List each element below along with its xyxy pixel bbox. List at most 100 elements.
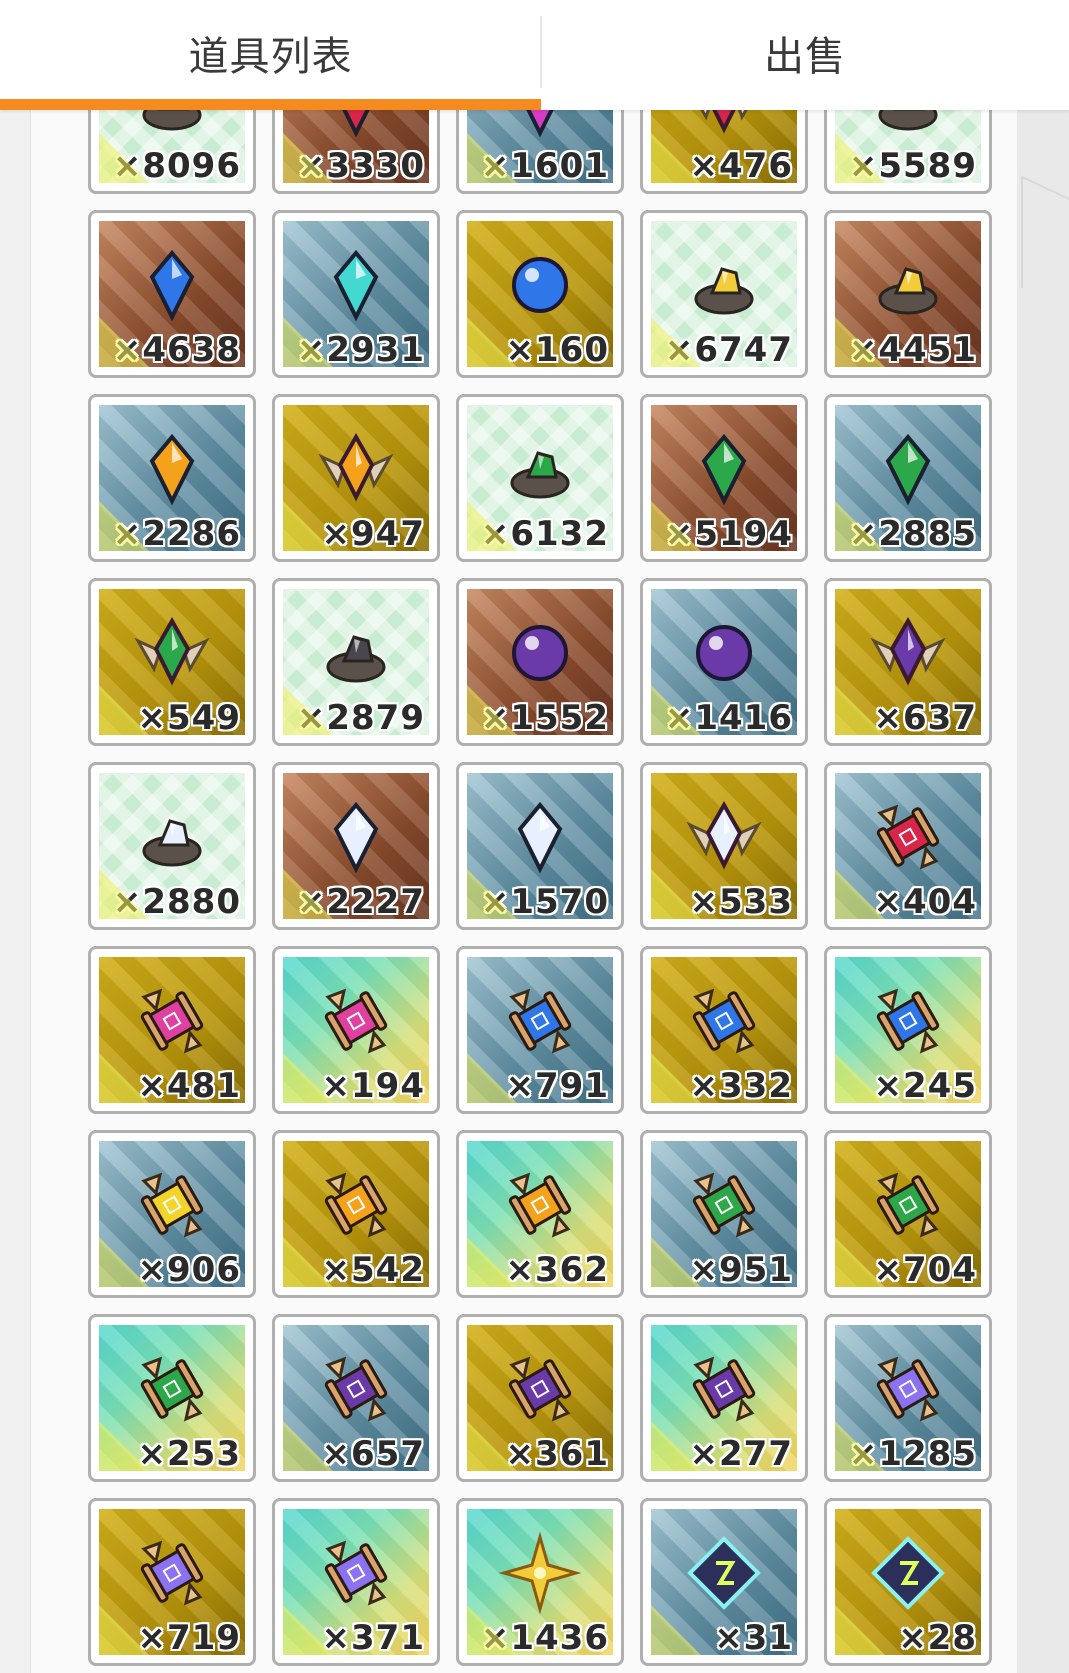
blue-scroll-icon [508,988,572,1054]
blue-scroll-icon [692,988,756,1054]
red-scroll-icon [876,804,940,870]
item-cell[interactable]: ×361 [456,1314,624,1482]
item-tile: ×1416 [651,589,797,735]
item-quantity: ×3330 [296,146,425,183]
item-tile: ×5194 [651,405,797,551]
item-cell[interactable]: ×6747 [640,210,808,378]
item-quantity: ×6132 [480,514,609,551]
active-tab-indicator [0,99,541,110]
gold-ore-icon [694,267,754,315]
item-cell[interactable]: ×277 [640,1314,808,1482]
item-quantity: ×1552 [480,698,609,735]
item-tile: ×31 [651,1509,797,1655]
item-cell[interactable]: ×160 [456,210,624,378]
item-tile: ×4638 [99,221,245,367]
item-cell[interactable]: ×2227 [272,762,440,930]
item-cell[interactable]: ×371 [272,1498,440,1666]
item-tile: ×906 [99,1141,245,1287]
item-cell[interactable]: ×362 [456,1130,624,1298]
item-cell[interactable]: ×6132 [456,394,624,562]
item-tile: ×2885 [835,405,981,551]
item-tile: ×1552 [467,589,613,735]
item-quantity: ×704 [873,1250,977,1287]
winged-purple-gem-icon [870,617,946,686]
item-tile: ×4451 [835,221,981,367]
item-quantity: ×2286 [112,514,241,551]
item-tile: ×332 [651,957,797,1103]
green-ore-icon [510,451,570,499]
item-quantity: ×657 [321,1434,425,1471]
item-cell[interactable]: ×1552 [456,578,624,746]
item-tile: ×719 [99,1509,245,1655]
item-cell[interactable]: ×481 [88,946,256,1114]
item-quantity: ×542 [321,1250,425,1287]
blue-crystal-shard-icon [149,250,195,322]
item-tile: ×704 [835,1141,981,1287]
tab-sell-label: 出售 [764,34,846,80]
item-tile: ×28 [835,1509,981,1655]
item-tile: ×1436 [467,1509,613,1655]
item-tile: ×245 [835,957,981,1103]
emerald-cut-gem-icon [885,434,931,506]
item-quantity: ×1436 [480,1618,609,1655]
item-cell[interactable]: ×28 [824,1498,992,1666]
item-cell[interactable]: ×2880 [88,762,256,930]
item-cell[interactable]: ×657 [272,1314,440,1482]
item-cell[interactable]: ×5194 [640,394,808,562]
item-quantity: ×2227 [296,882,425,919]
item-quantity: ×371 [321,1618,425,1655]
item-cell[interactable]: ×791 [456,946,624,1114]
item-cell[interactable]: ×906 [88,1130,256,1298]
violet-scroll-icon [140,1540,204,1606]
item-cell[interactable]: ×194 [272,946,440,1114]
item-quantity: ×947 [321,514,425,551]
item-cell[interactable]: ×4638 [88,210,256,378]
item-cell[interactable]: ×2286 [88,394,256,562]
golden-star-icon [498,1531,582,1615]
item-cell[interactable]: ×404 [824,762,992,930]
item-tile: ×947 [283,405,429,551]
item-cell[interactable]: ×704 [824,1130,992,1298]
item-cell[interactable]: ×951 [640,1130,808,1298]
cyan-teardrop-gem-icon [333,250,379,322]
item-cell[interactable]: ×2885 [824,394,992,562]
item-cell[interactable]: ×332 [640,946,808,1114]
item-tile: ×2931 [283,221,429,367]
item-tile: ×951 [651,1141,797,1287]
item-quantity: ×719 [137,1618,241,1655]
item-cell[interactable]: ×2879 [272,578,440,746]
item-tile: ×194 [283,957,429,1103]
left-margin [0,0,30,1673]
tab-item-list[interactable]: 道具列表 [0,0,541,106]
yellow-scroll-icon [140,1172,204,1238]
item-quantity: ×2879 [296,698,425,735]
green-crystal-cluster-icon [701,434,747,506]
item-quantity: ×253 [137,1434,241,1471]
tab-item-list-label: 道具列表 [188,34,353,80]
item-tile: ×277 [651,1325,797,1471]
item-cell[interactable]: ×2931 [272,210,440,378]
winged-amber-gem-icon [318,433,394,502]
item-cell[interactable]: ×637 [824,578,992,746]
item-cell[interactable]: ×533 [640,762,808,930]
item-cell[interactable]: ×719 [88,1498,256,1666]
item-cell[interactable]: ×245 [824,946,992,1114]
gold-nugget-icon [878,267,938,315]
item-cell[interactable]: ×1570 [456,762,624,930]
item-cell[interactable]: ×1436 [456,1498,624,1666]
item-cell[interactable]: ×1285 [824,1314,992,1482]
item-cell[interactable]: ×31 [640,1498,808,1666]
item-cell[interactable]: ×947 [272,394,440,562]
diamond-icon [517,802,563,874]
item-cell[interactable]: ×253 [88,1314,256,1482]
item-quantity: ×1416 [664,698,793,735]
purple-scroll-icon [508,1356,572,1422]
item-cell[interactable]: ×4451 [824,210,992,378]
tab-sell[interactable]: 出售 [541,0,1069,106]
blue-orb-icon [512,257,568,314]
item-cell[interactable]: ×549 [88,578,256,746]
item-cell[interactable]: ×1416 [640,578,808,746]
item-tile: ×481 [99,957,245,1103]
item-quantity: ×791 [505,1066,609,1103]
item-cell[interactable]: ×542 [272,1130,440,1298]
